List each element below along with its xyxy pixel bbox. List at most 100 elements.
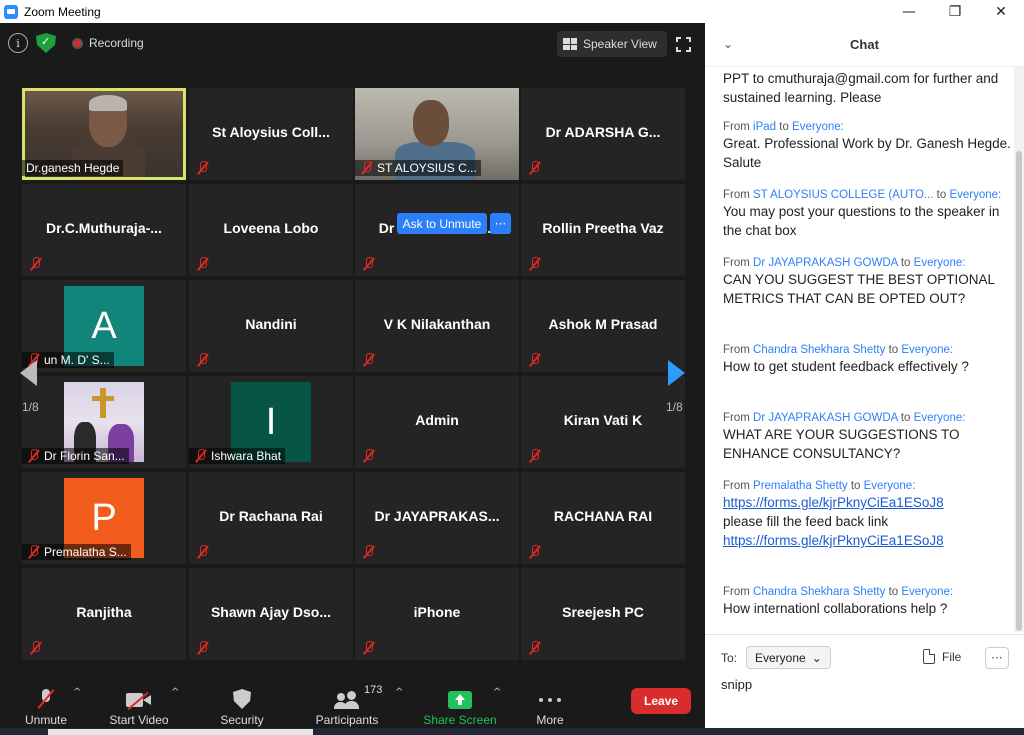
participant-tile[interactable]: V K Nilakanthan xyxy=(355,280,519,372)
participant-name: Dr ADARSHA G... xyxy=(545,124,661,140)
sender-name[interactable]: Dr JAYAPRAKASH GOWDA xyxy=(753,412,898,424)
participant-name: Dr.ganesh Hegde xyxy=(26,161,120,175)
leave-button[interactable]: Leave xyxy=(631,688,691,714)
message-sender: From Chandra Shekhara Shetty to Everyone… xyxy=(723,344,954,356)
participant-tile[interactable]: Sreejesh PC xyxy=(521,568,685,660)
taskbar-strip xyxy=(0,728,1024,735)
chat-more-button[interactable]: ··· xyxy=(985,647,1009,669)
participant-name: Ranjitha xyxy=(76,604,132,620)
audio-options-caret[interactable]: ^ xyxy=(73,687,81,698)
muted-mic-icon xyxy=(195,449,207,462)
next-page-button[interactable]: 1/8 xyxy=(646,330,696,440)
participant-tile[interactable]: Dr.C.Muthuraja-... xyxy=(22,184,186,276)
minimize-button[interactable]: — xyxy=(886,0,932,23)
chat-message: From Chandra Shekhara Shetty to Everyone… xyxy=(705,343,969,376)
message-sender: From ST ALOYSIUS COLLEGE (AUTO... to Eve… xyxy=(723,189,1002,201)
chevron-down-icon: ⌄ xyxy=(811,650,822,665)
chat-message: From Premalatha Shetty to Everyone: http… xyxy=(705,479,944,550)
muted-microphone-icon xyxy=(39,689,53,709)
speaker-view-button[interactable]: Speaker View xyxy=(557,31,667,57)
unmute-button[interactable]: Unmute xyxy=(22,677,70,727)
collapse-chat-icon[interactable]: ⌄ xyxy=(723,37,733,51)
participant-tile[interactable]: Loveena Lobo xyxy=(189,184,353,276)
participant-tile[interactable]: Nandini xyxy=(189,280,353,372)
share-options-caret[interactable]: ^ xyxy=(493,687,501,698)
chat-message: From iPad to Everyone: Great. Profession… xyxy=(705,120,1014,172)
participant-tile[interactable]: St Aloysius Coll... xyxy=(189,88,353,180)
muted-mic-icon xyxy=(197,161,209,174)
meeting-status-bar: i Recording xyxy=(8,33,144,53)
participant-tile[interactable]: ST ALOYSIUS C... xyxy=(355,88,519,180)
muted-mic-icon xyxy=(363,545,375,558)
participant-name: ST ALOYSIUS C... xyxy=(377,161,477,175)
participant-tile[interactable]: Dr.ganesh Hegde xyxy=(22,88,186,180)
file-icon xyxy=(923,649,935,664)
meeting-toolbar: Unmute ^ Start Video ^ Security Particip… xyxy=(0,677,705,735)
page-indicator-left: 1/8 xyxy=(22,400,39,414)
sender-name[interactable]: Premalatha Shetty xyxy=(753,480,848,492)
arrow-right-icon xyxy=(668,360,685,386)
previous-page-button[interactable]: 1/8 xyxy=(8,330,58,440)
participant-tile[interactable]: P Premalatha S... xyxy=(22,472,186,564)
start-video-button[interactable]: Start Video xyxy=(106,677,172,727)
recording-label: Recording xyxy=(89,36,144,50)
muted-mic-icon xyxy=(529,545,541,558)
tile-more-options-button[interactable]: ··· xyxy=(490,213,511,234)
share-screen-icon xyxy=(448,691,472,709)
participant-tile[interactable]: RACHANA RAI xyxy=(521,472,685,564)
more-button[interactable]: More xyxy=(534,677,566,727)
participant-tile[interactable]: Shawn Ajay Dso... xyxy=(189,568,353,660)
sender-name[interactable]: iPad xyxy=(753,121,776,133)
recipient-select[interactable]: Everyone ⌄ xyxy=(746,646,831,669)
scrollbar-thumb[interactable] xyxy=(1016,151,1022,631)
participant-tile[interactable]: Dr JAYAPRAKAS... xyxy=(355,472,519,564)
message-text: PPT to cmuthuraja@gmail.com for further … xyxy=(723,71,999,105)
security-button[interactable]: Security xyxy=(216,677,268,727)
participant-tile[interactable]: Dr Rachana Rai xyxy=(189,472,353,564)
grid-view-icon xyxy=(563,38,577,50)
chat-message-input[interactable]: snipp xyxy=(721,677,752,692)
participant-tile[interactable]: I Ishwara Bhat xyxy=(189,376,353,468)
message-text: You may post your questions to the speak… xyxy=(723,204,1000,238)
participant-tile[interactable]: Ranjitha xyxy=(22,568,186,660)
message-text: How internationl collaborations help ? xyxy=(723,601,948,616)
recording-indicator[interactable]: Recording xyxy=(72,36,144,50)
message-sender: From Chandra Shekhara Shetty to Everyone… xyxy=(723,586,954,598)
participant-tile[interactable]: Rollin Preetha Vaz xyxy=(521,184,685,276)
start-video-label: Start Video xyxy=(109,713,169,727)
participant-name-label: ST ALOYSIUS C... xyxy=(355,160,481,176)
participant-tile[interactable]: Admin xyxy=(355,376,519,468)
participant-name: Loveena Lobo xyxy=(223,220,319,236)
participants-options-caret[interactable]: ^ xyxy=(395,687,403,698)
muted-mic-icon xyxy=(28,545,40,558)
participant-name: V K Nilakanthan xyxy=(383,316,491,332)
send-file-button[interactable]: File xyxy=(923,649,961,664)
sender-name[interactable]: Chandra Shekhara Shetty xyxy=(753,344,885,356)
chat-scrollbar[interactable] xyxy=(1014,67,1024,632)
sender-name[interactable]: ST ALOYSIUS COLLEGE (AUTO... xyxy=(753,189,933,201)
ask-to-unmute-button[interactable]: Ask to Unmute xyxy=(397,213,487,234)
participant-tile[interactable]: Dr ADARSHA G... xyxy=(521,88,685,180)
maximize-button[interactable]: ❐ xyxy=(932,0,978,23)
video-options-caret[interactable]: ^ xyxy=(171,687,179,698)
feedback-link[interactable]: https://forms.gle/kjrPknyCiEa1ESoJ8 xyxy=(723,533,944,548)
close-window-button[interactable]: ✕ xyxy=(978,0,1024,23)
zoom-app-icon xyxy=(4,4,18,19)
chat-title: Chat xyxy=(850,37,879,52)
participant-name-label: Dr Florin San... xyxy=(22,448,129,464)
message-line: please fill the feed back link xyxy=(723,514,889,529)
participant-name: Admin xyxy=(415,412,459,428)
info-icon[interactable]: i xyxy=(8,33,28,53)
share-screen-label: Share Screen xyxy=(423,713,497,727)
participant-tile[interactable]: iPhone xyxy=(355,568,519,660)
encryption-shield-icon[interactable] xyxy=(36,33,56,53)
feedback-link[interactable]: https://forms.gle/kjrPknyCiEa1ESoJ8 xyxy=(723,495,944,510)
sender-name[interactable]: Chandra Shekhara Shetty xyxy=(753,586,885,598)
chat-message-list[interactable]: PPT to cmuthuraja@gmail.com for further … xyxy=(705,67,1014,632)
sender-name[interactable]: Dr JAYAPRAKASH GOWDA xyxy=(753,257,898,269)
fullscreen-icon[interactable] xyxy=(675,36,692,53)
muted-mic-icon xyxy=(197,641,209,654)
muted-mic-icon xyxy=(529,257,541,270)
muted-mic-icon xyxy=(197,257,209,270)
share-screen-button[interactable]: Share Screen xyxy=(423,677,497,727)
